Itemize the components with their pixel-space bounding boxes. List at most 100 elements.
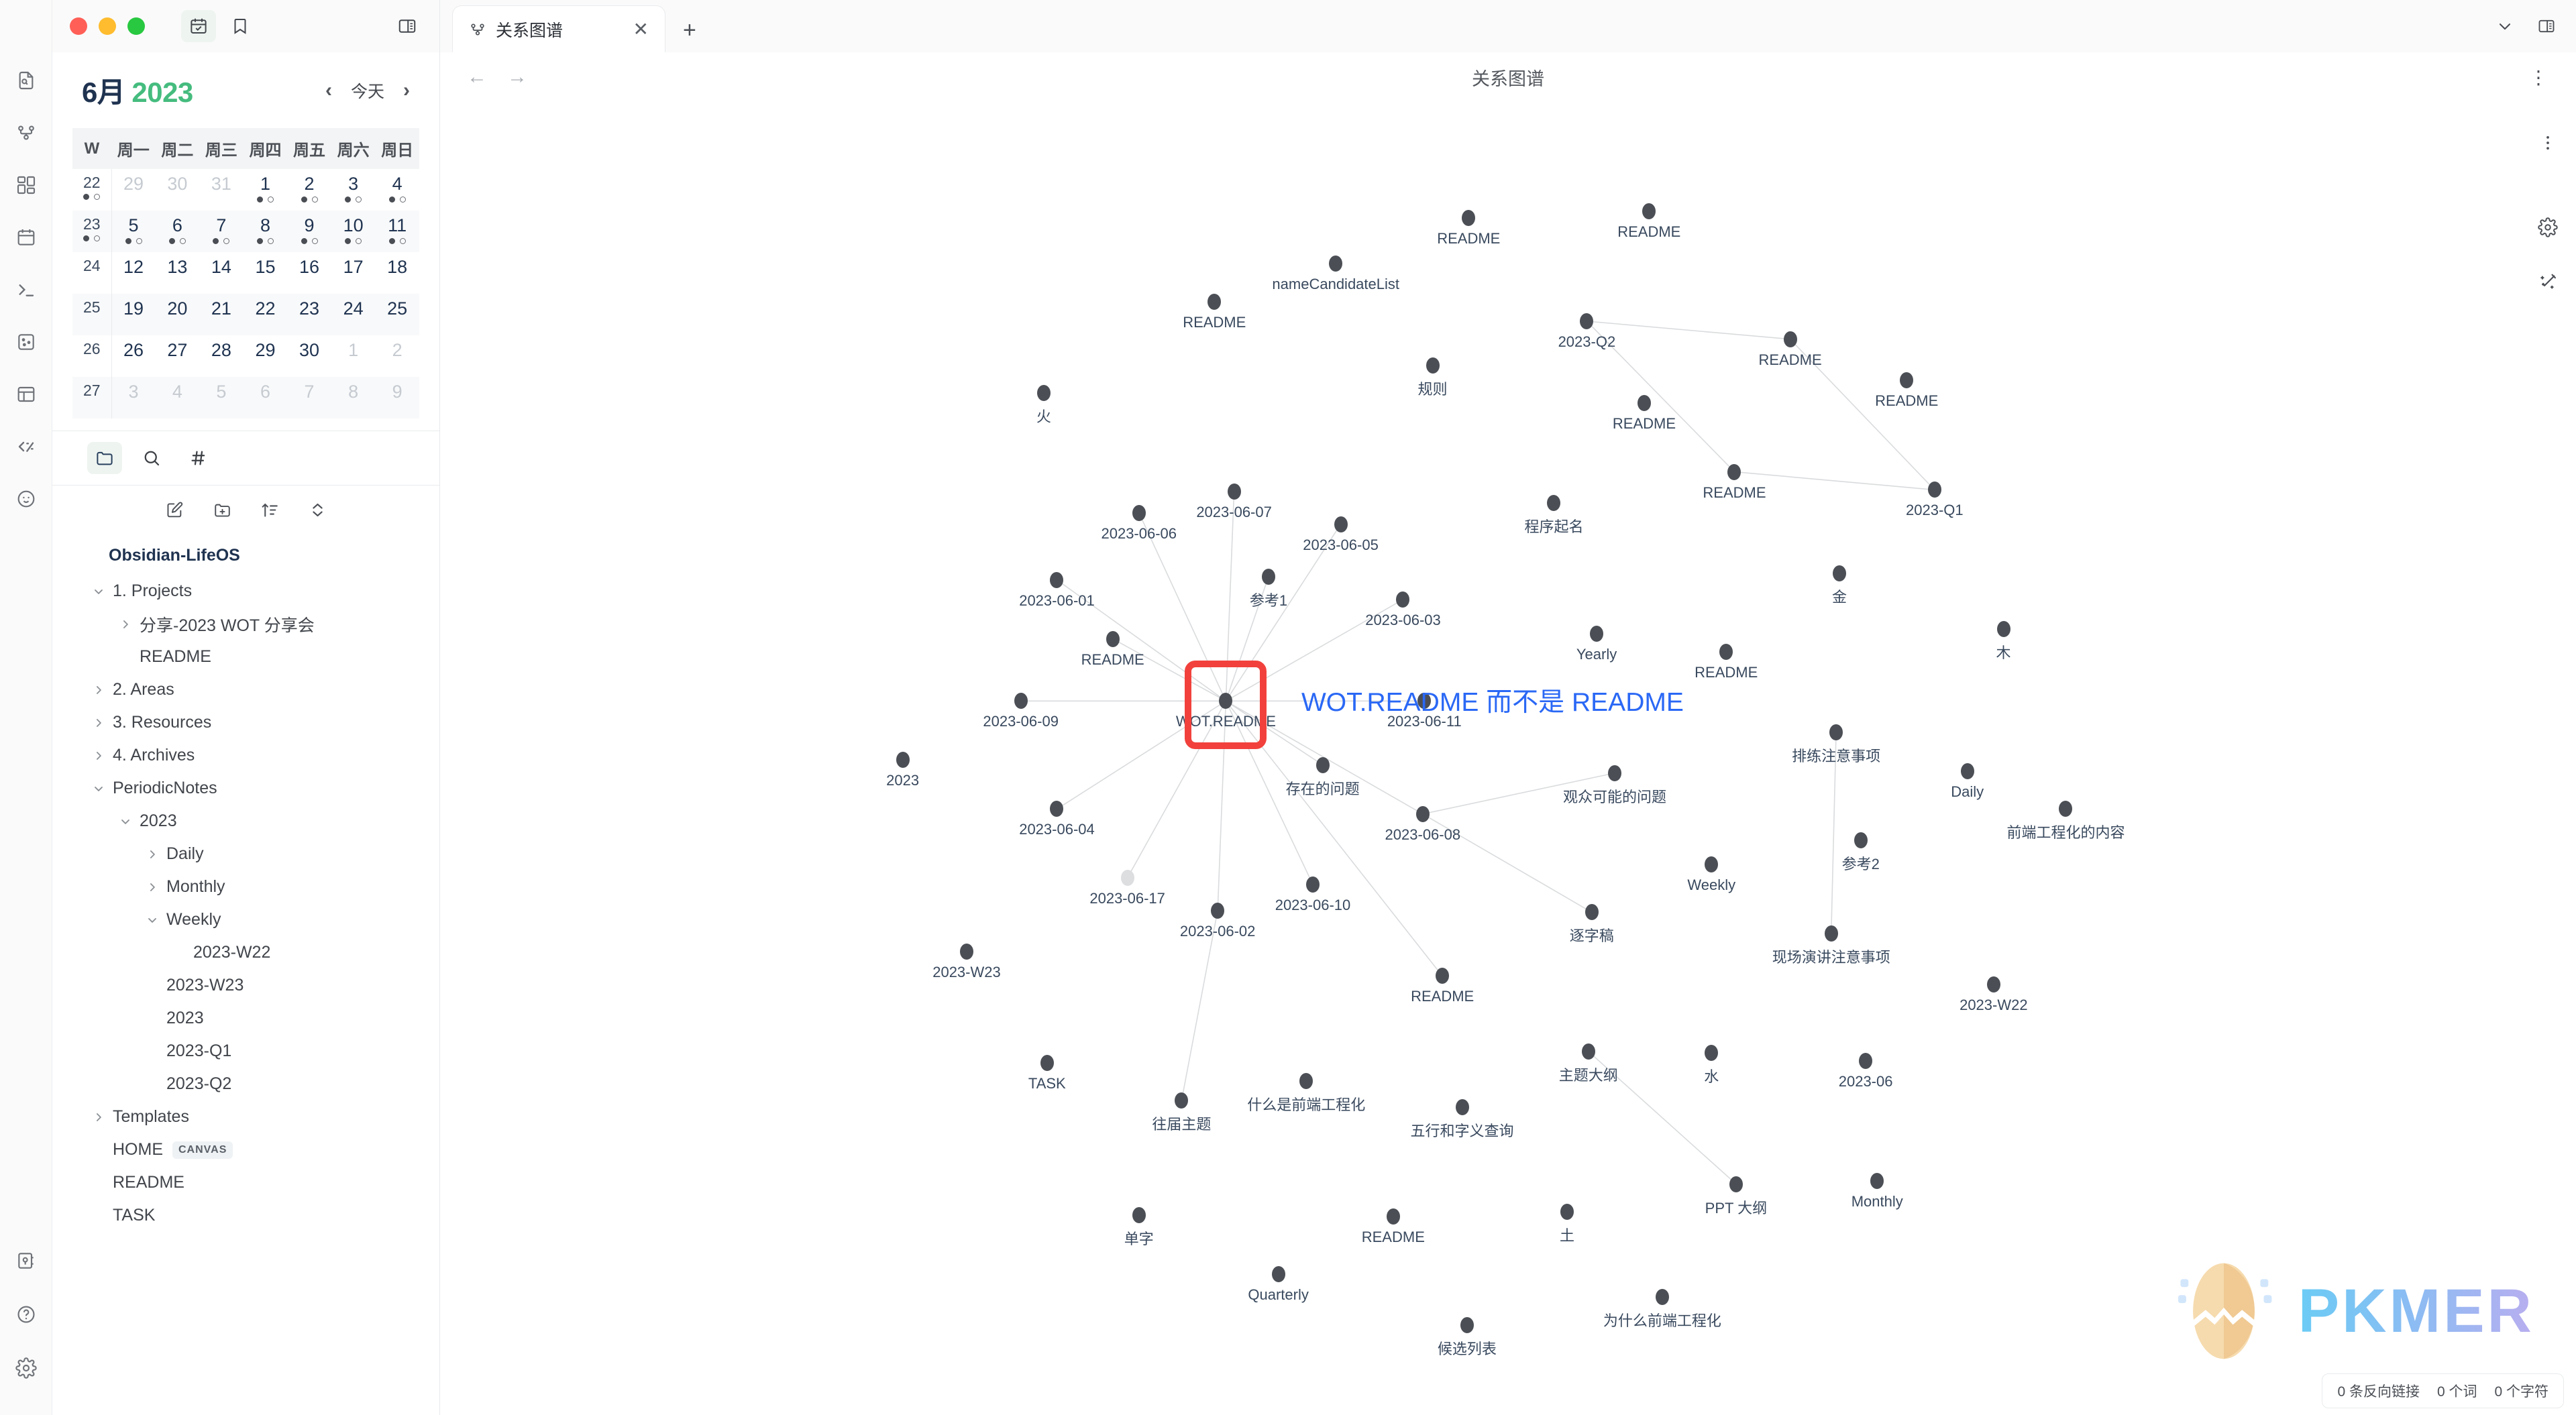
calendar-day-cell[interactable]: 2 <box>287 169 331 211</box>
explorer-tab-tags[interactable] <box>181 442 216 474</box>
forward-button[interactable]: → <box>507 67 527 87</box>
graph-view-canvas[interactable]: README README nameCandidateList README 2023-… <box>440 102 2576 1415</box>
chevron-down-icon[interactable] <box>2496 17 2514 39</box>
layout-icon[interactable] <box>7 376 45 413</box>
tree-item[interactable]: 2023 <box>52 1002 439 1035</box>
calendar-day-cell[interactable]: 4 <box>155 377 200 418</box>
more-vertical-icon[interactable] <box>2538 133 2558 153</box>
maximize-window-button[interactable] <box>127 17 145 35</box>
calendar-week-number[interactable]: 24 <box>72 252 112 294</box>
tree-item[interactable]: HOME CANVAS <box>52 1133 439 1166</box>
calendar-day-cell[interactable]: 8 <box>331 377 376 418</box>
new-tab-button[interactable]: + <box>683 19 696 42</box>
calendar-day-cell[interactable]: 12 <box>111 252 156 294</box>
calendar-day-cell[interactable]: 30 <box>156 169 200 211</box>
calendar-day-cell[interactable]: 29 <box>244 335 288 377</box>
new-folder-icon[interactable] <box>213 500 232 523</box>
chevron-right-icon[interactable] <box>142 877 162 897</box>
graph-icon[interactable] <box>7 114 45 152</box>
tree-item[interactable]: 分享-2023 WOT 分享会 <box>52 608 439 640</box>
tree-item[interactable]: 2023 <box>52 805 439 838</box>
calendar-day-cell[interactable]: 5 <box>111 211 156 252</box>
calendar-day-cell[interactable]: 2 <box>375 335 419 377</box>
calendar-day-cell[interactable]: 18 <box>375 252 419 294</box>
explorer-tab-search[interactable] <box>134 442 169 474</box>
tree-item[interactable]: PeriodicNotes <box>52 772 439 805</box>
calendar-day-cell[interactable]: 9 <box>375 377 419 418</box>
calendar-prev-button[interactable]: ‹ <box>325 80 332 101</box>
gear-icon[interactable] <box>2538 217 2558 237</box>
tree-item[interactable]: 2. Areas <box>52 673 439 706</box>
tree-item[interactable]: 1. Projects <box>52 575 439 608</box>
close-window-button[interactable] <box>70 17 87 35</box>
calendar-day-cell[interactable]: 6 <box>155 211 200 252</box>
calendar-day-cell[interactable]: 16 <box>287 252 331 294</box>
tree-item[interactable]: Monthly <box>52 870 439 903</box>
tree-item[interactable]: README <box>52 640 439 673</box>
calendar-week-number[interactable]: 27 <box>72 377 112 418</box>
close-icon[interactable]: ✕ <box>633 19 649 39</box>
calendar-day-cell[interactable]: 22 <box>243 294 288 335</box>
baby-face-icon[interactable] <box>7 480 45 518</box>
calendar-day-cell[interactable]: 27 <box>156 335 200 377</box>
calendar-day-cell[interactable]: 21 <box>199 294 244 335</box>
calendar-day-cell[interactable]: 28 <box>199 335 244 377</box>
calendar-day-cell[interactable]: 19 <box>111 294 156 335</box>
chevron-down-icon[interactable] <box>89 581 109 602</box>
sidebar-right-icon[interactable] <box>390 10 425 42</box>
calendar-day-cell[interactable]: 17 <box>331 252 376 294</box>
chevron-right-icon[interactable] <box>142 844 162 864</box>
calendar-day-cell[interactable]: 1 <box>244 169 288 211</box>
calendar-week-number[interactable]: 23 <box>72 211 112 252</box>
terminal-icon[interactable] <box>7 271 45 308</box>
new-note-icon[interactable] <box>165 500 184 523</box>
calendar-day-cell[interactable]: 15 <box>244 252 288 294</box>
tree-item[interactable]: Templates <box>52 1100 439 1133</box>
calendar-day-cell[interactable]: 6 <box>243 377 288 418</box>
tab-graph-view[interactable]: 关系图谱 ✕ <box>452 5 665 52</box>
calendar-week-number[interactable]: 26 <box>72 335 112 377</box>
more-options-button[interactable]: ⋮ <box>2529 66 2549 89</box>
tree-item[interactable]: TASK <box>52 1199 439 1232</box>
chevron-right-icon[interactable] <box>89 1107 109 1127</box>
sort-icon[interactable] <box>260 500 280 523</box>
tree-item[interactable]: README <box>52 1166 439 1199</box>
chevron-right-icon[interactable] <box>115 614 136 634</box>
minimize-window-button[interactable] <box>99 17 116 35</box>
tree-item[interactable]: 2023-W22 <box>52 936 439 969</box>
calendar-day-cell[interactable]: 14 <box>199 252 244 294</box>
calendar-day-cell[interactable]: 29 <box>111 169 156 211</box>
calendar-day-cell[interactable]: 24 <box>331 294 376 335</box>
calendar-day-cell[interactable]: 3 <box>111 377 156 418</box>
magic-wand-icon[interactable] <box>2538 272 2558 292</box>
calendar-day-cell[interactable]: 9 <box>287 211 331 252</box>
tree-item[interactable]: 2023-W23 <box>52 969 439 1002</box>
calendar-day-cell[interactable]: 20 <box>155 294 200 335</box>
tree-item[interactable]: Weekly <box>52 903 439 936</box>
chevron-down-icon[interactable] <box>89 779 109 799</box>
dashboard-icon[interactable] <box>7 166 45 204</box>
chevron-down-icon[interactable] <box>115 811 136 832</box>
tree-item[interactable]: Daily <box>52 838 439 870</box>
calendar-next-button[interactable]: › <box>403 80 410 101</box>
calendar-day-cell[interactable]: 1 <box>331 335 376 377</box>
calendar-day-cell[interactable]: 23 <box>287 294 331 335</box>
calendar-icon[interactable] <box>7 219 45 256</box>
calendar-day-cell[interactable]: 7 <box>287 377 331 418</box>
tree-item[interactable]: 2023-Q2 <box>52 1068 439 1100</box>
calendar-day-cell[interactable]: 5 <box>199 377 244 418</box>
calendar-day-cell[interactable]: 31 <box>199 169 244 211</box>
calendar-day-cell[interactable]: 7 <box>199 211 244 252</box>
help-icon[interactable] <box>7 1296 45 1333</box>
back-button[interactable]: ← <box>467 67 487 87</box>
file-search-icon[interactable] <box>7 62 45 99</box>
calendar-day-cell[interactable]: 13 <box>156 252 200 294</box>
calendar-day-cell[interactable]: 26 <box>111 335 156 377</box>
explorer-tab-files[interactable] <box>87 442 122 474</box>
tree-item[interactable]: 2023-Q1 <box>52 1035 439 1068</box>
templater-icon[interactable] <box>7 428 45 465</box>
calendar-day-cell[interactable]: 4 <box>375 169 419 211</box>
calendar-day-cell[interactable]: 10 <box>331 211 376 252</box>
gear-icon[interactable] <box>7 1349 45 1387</box>
tree-item[interactable]: 4. Archives <box>52 739 439 772</box>
